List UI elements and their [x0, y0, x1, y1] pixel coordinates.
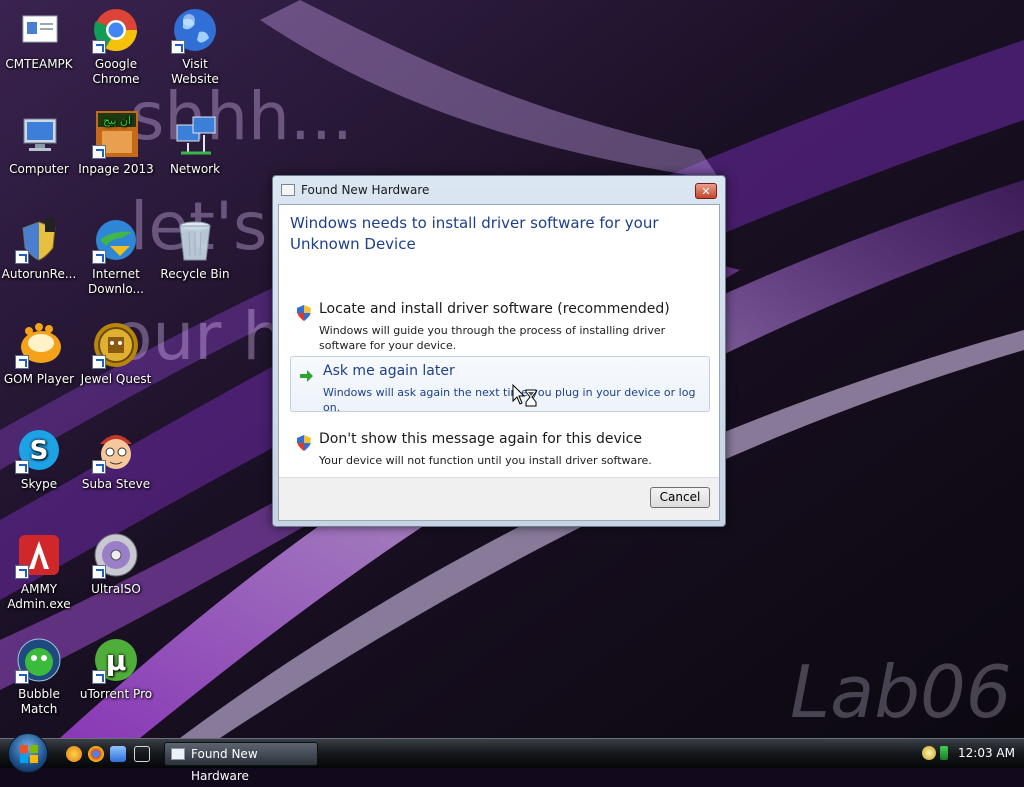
desktop-icon-visit-website[interactable]: Visit Website: [157, 4, 233, 87]
icon-label: uTorrent Pro: [79, 687, 153, 701]
busy-cursor-icon: [512, 384, 537, 407]
desktop-icon-google-chrome[interactable]: Google Chrome: [78, 4, 154, 87]
icon-label: Inpage 2013: [78, 162, 154, 176]
globe-icon: [171, 6, 219, 54]
option-dont-show[interactable]: Don't show this message again for this d…: [290, 425, 710, 481]
icon-label: Skype: [20, 477, 58, 491]
taskbar-button-label: Found New Hardware: [191, 747, 258, 783]
tray-notification-icon[interactable]: [922, 746, 936, 760]
icon-label: AutorunRe...: [1, 267, 77, 281]
dialog-heading: Windows needs to install driver software…: [290, 214, 659, 253]
option-description: Your device will not function until you …: [319, 454, 652, 467]
computer-icon: [15, 111, 63, 159]
ammy-admin-icon: [15, 531, 63, 579]
option-title: Ask me again later: [323, 363, 455, 379]
dialog-title: Found New Hardware: [301, 183, 430, 197]
desktop-icon-recycle-bin[interactable]: Recycle Bin: [157, 214, 233, 282]
desktop-icon-autorunre[interactable]: AutorunRe...: [1, 214, 77, 282]
icon-label: Suba Steve: [81, 477, 151, 491]
taskbar-button-found-new-hardware[interactable]: Found New Hardware: [164, 742, 318, 783]
quicklaunch-chrome-icon[interactable]: [88, 746, 104, 762]
icon-label: CMTEAMPK: [5, 57, 73, 71]
icon-label: UltraISO: [91, 582, 141, 596]
uac-shield-icon: [297, 305, 311, 321]
skype-icon: S: [15, 426, 63, 474]
desktop-icon-utorrent-pro[interactable]: µ uTorrent Pro: [78, 634, 154, 702]
desktop-icon-computer[interactable]: Computer: [1, 109, 77, 177]
icon-label: GOM Player: [3, 372, 75, 386]
system-tray: 12:03 AM: [914, 739, 1024, 768]
icon-label: Network: [169, 162, 221, 176]
battery-icon[interactable]: [940, 746, 948, 760]
desktop-icon-network[interactable]: Network: [157, 109, 233, 177]
quicklaunch-switch-windows-icon[interactable]: [134, 746, 150, 762]
uac-shield-icon: [297, 435, 311, 451]
option-title: Locate and install driver software (reco…: [319, 301, 670, 317]
cancel-button[interactable]: Cancel: [650, 487, 710, 508]
desktop-icon-jewel-quest[interactable]: Jewel Quest: [78, 319, 154, 387]
shield-usb-icon: [15, 216, 63, 264]
inpage-icon: ان پیج: [92, 111, 140, 159]
icon-label: Google Chrome: [92, 57, 140, 86]
network-icon: [171, 111, 219, 159]
icon-label: Bubble Match: [18, 687, 60, 716]
desktop-icon-gom-player[interactable]: GOM Player: [1, 319, 77, 387]
svg-text:S: S: [30, 436, 49, 466]
desktop-icon-suba-steve[interactable]: Suba Steve: [78, 424, 154, 492]
desktop-icon-internet-download-manager[interactable]: Internet Downlo...: [78, 214, 154, 297]
icon-label: Jewel Quest: [80, 372, 152, 386]
windows-logo-icon: [20, 745, 38, 763]
option-title: Don't show this message again for this d…: [319, 431, 642, 447]
dialog-titlebar[interactable]: Found New Hardware ✕: [273, 176, 725, 204]
taskbar: Found New Hardware 12:03 AM: [0, 733, 1024, 783]
option-locate-install[interactable]: Locate and install driver software (reco…: [290, 295, 710, 352]
option-description: Windows will guide you through the proce…: [319, 324, 666, 352]
chrome-icon: [92, 6, 140, 54]
icon-label: Internet Downlo...: [88, 267, 144, 296]
icon-label: Visit Website: [171, 57, 219, 86]
desktop-icon-ultraiso[interactable]: UltraISO: [78, 529, 154, 597]
recycle-bin-icon: [171, 216, 219, 264]
utorrent-icon: µ: [92, 636, 140, 684]
bubble-match-icon: [15, 636, 63, 684]
dialog-footer: Cancel: [279, 477, 719, 520]
desktop-icon-cmteampk[interactable]: CMTEAMPK: [1, 4, 77, 72]
desktop-icon-inpage-2013[interactable]: ان پیج Inpage 2013: [78, 109, 154, 177]
suba-steve-icon: [92, 426, 140, 474]
hardware-icon: [171, 748, 185, 760]
start-button[interactable]: [8, 733, 48, 773]
option-ask-later[interactable]: Ask me again later Windows will ask agai…: [290, 356, 710, 414]
icon-label: Recycle Bin: [160, 267, 230, 281]
contact-card-icon: [15, 6, 63, 54]
quicklaunch-gom-icon[interactable]: [66, 746, 82, 762]
icon-label: Computer: [9, 162, 69, 176]
desktop-icon-skype[interactable]: S Skype: [1, 424, 77, 492]
wallpaper-watermark: Lab06: [790, 650, 1012, 734]
found-new-hardware-dialog: Found New Hardware ✕ Windows needs to in…: [272, 175, 726, 527]
desktop-icon-ammy-admin[interactable]: AMMY Admin.exe: [1, 529, 77, 612]
gom-player-icon: [15, 321, 63, 369]
idm-icon: [92, 216, 140, 264]
dialog-content: Windows needs to install driver software…: [278, 204, 720, 521]
clock[interactable]: 12:03 AM: [958, 746, 1015, 760]
quicklaunch-ie-icon[interactable]: [110, 746, 126, 762]
hardware-icon: [281, 184, 295, 196]
green-arrow-icon: [300, 370, 313, 382]
close-button[interactable]: ✕: [695, 183, 717, 199]
svg-text:µ: µ: [106, 644, 127, 677]
ultraiso-icon: [92, 531, 140, 579]
jewel-quest-icon: [92, 321, 140, 369]
desktop-icon-bubble-match[interactable]: Bubble Match: [1, 634, 77, 717]
icon-label: AMMY Admin.exe: [7, 582, 71, 611]
svg-text:ان پیج: ان پیج: [103, 114, 131, 127]
